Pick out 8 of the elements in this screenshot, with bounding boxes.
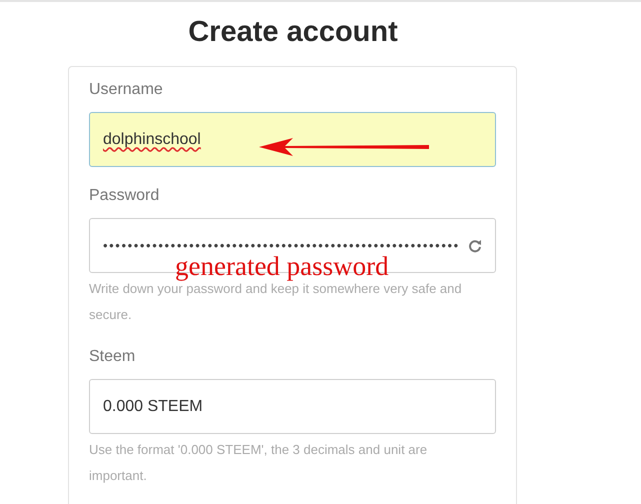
input-field[interactable]: dolphinschool (89, 112, 496, 167)
field-hint: Write down your password and keep it somewhere very safe and secure. (89, 281, 463, 324)
input-field[interactable]: 0.000 STEEM (89, 379, 496, 434)
field-label: Password (89, 187, 160, 206)
field-label: Username (89, 81, 164, 100)
page-title: Create account (187, 16, 399, 49)
field-label: Steem (89, 348, 136, 367)
field-hint: Use the format '0.000 STEEM', the 3 decimals and unit are important. (89, 441, 428, 485)
